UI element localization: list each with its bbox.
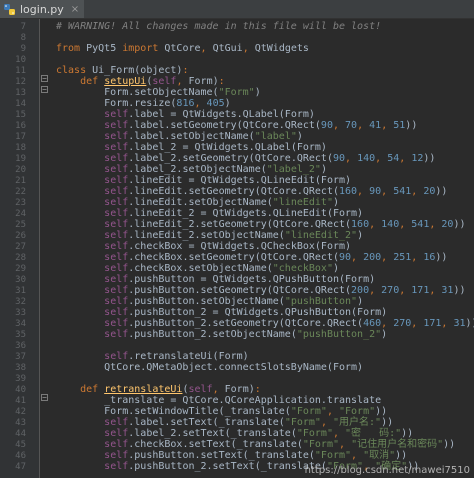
line-number-gutter: 7 8 9 10 11 12 13 14 15 16 17 18 19 20 21 22 23 24 25 26 27 2… — [0, 19, 40, 478]
code-editor[interactable]: 7 8 9 10 11 12 13 14 15 16 17 18 19 20 21 22 23 24 25 26 27 2… — [0, 19, 474, 478]
tab-login-py[interactable]: login.py × — [0, 0, 84, 18]
code-line: QtCore.QMetaObject.connectSlotsByName(Fo… — [56, 362, 364, 373]
code-line: self.pushButton_2.setObjectName("pushBut… — [104, 329, 388, 340]
tab-label: login.py — [20, 2, 64, 16]
close-icon[interactable]: × — [71, 4, 79, 15]
editor-tab-bar: login.py × — [0, 0, 474, 19]
fold-toggle-icon[interactable] — [41, 78, 48, 93]
fold-toggle-icon[interactable] — [41, 67, 48, 82]
line-number: 47 — [15, 462, 26, 472]
python-file-icon — [3, 3, 16, 16]
fold-toggle-icon[interactable] — [41, 386, 48, 401]
code-area[interactable]: # WARNING! All changes made in this file… — [50, 19, 474, 478]
watermark-text: https://blog.csdn.net/mawei7510 — [304, 465, 470, 476]
code-line: # WARNING! All changes made in this file… — [56, 21, 382, 32]
code-line: from PyQt5 import QtCore, QtGui, QtWidge… — [56, 43, 309, 54]
